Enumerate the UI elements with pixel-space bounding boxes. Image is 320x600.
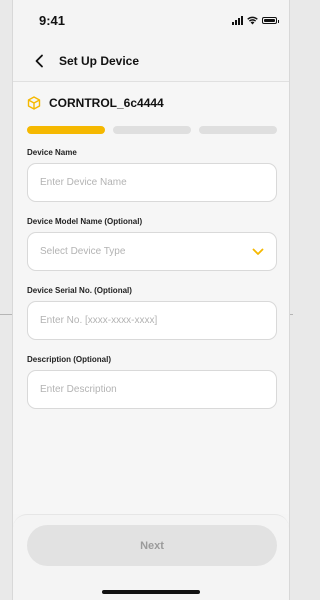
device-name-input[interactable] xyxy=(40,177,264,188)
home-indicator xyxy=(102,590,200,594)
footer: Next xyxy=(13,514,289,600)
status-bar: 9:41 xyxy=(13,0,289,40)
device-model-placeholder: Select Device Type xyxy=(40,246,126,257)
serial-input[interactable] xyxy=(40,315,264,326)
nav-bar: Set Up Device xyxy=(13,40,289,82)
progress-step-2 xyxy=(113,126,191,134)
package-icon xyxy=(27,96,41,110)
chevron-down-icon xyxy=(252,248,264,255)
chevron-left-icon xyxy=(35,54,43,67)
next-button[interactable]: Next xyxy=(27,525,277,566)
cellular-signal-icon xyxy=(232,16,243,25)
back-button[interactable] xyxy=(27,49,51,73)
device-name-label: Device Name xyxy=(27,148,77,157)
device-model-select[interactable]: Select Device Type xyxy=(27,232,277,271)
device-name-field[interactable] xyxy=(27,163,277,202)
device-name: CORNTROL_6c4444 xyxy=(49,96,164,110)
status-time: 9:41 xyxy=(39,13,66,28)
phone-screen: 9:41 Set Up Device CORNTROL_6c4444 Devic… xyxy=(12,0,290,600)
main-content: CORNTROL_6c4444 Device Name Device Model… xyxy=(13,82,289,514)
description-input[interactable] xyxy=(40,384,264,395)
serial-field[interactable] xyxy=(27,301,277,340)
page-title: Set Up Device xyxy=(59,53,140,68)
progress-step-1 xyxy=(27,126,105,134)
device-model-label: Device Model Name (Optional) xyxy=(27,217,143,226)
wifi-icon xyxy=(247,16,258,25)
device-header: CORNTROL_6c4444 xyxy=(27,96,164,110)
status-icons xyxy=(232,16,279,25)
progress-step-3 xyxy=(199,126,277,134)
description-label: Description (Optional) xyxy=(27,355,111,364)
serial-label: Device Serial No. (Optional) xyxy=(27,286,132,295)
battery-icon xyxy=(262,17,279,24)
step-progress xyxy=(27,126,277,134)
description-field[interactable] xyxy=(27,370,277,409)
